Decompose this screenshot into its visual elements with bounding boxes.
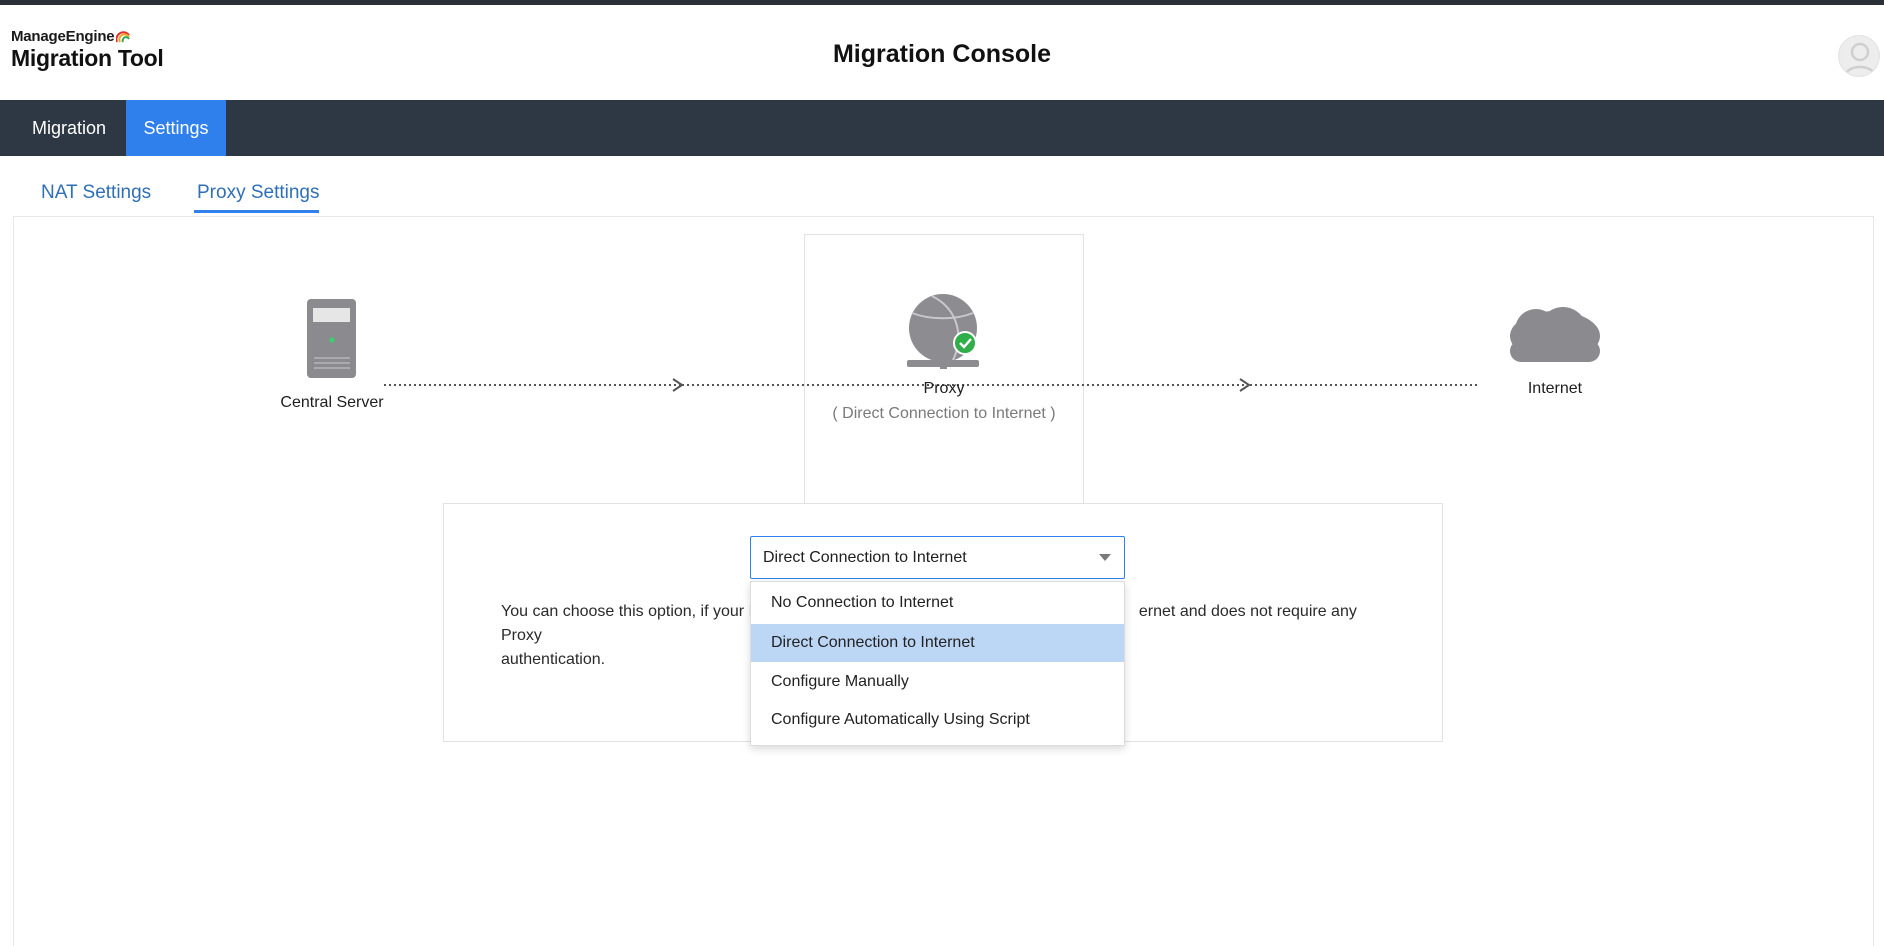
description-line1-left: You can choose this option, if your M [501,603,762,620]
internet-label: Internet [1527,380,1583,397]
proxy-label: Proxy [923,380,965,397]
proxy-mode-label: ( Direct Connection to Internet ) [832,405,1056,422]
cloud-icon [1510,307,1600,362]
central-server-label: Central Server [280,394,384,411]
option-no-connection[interactable]: No Connection to Internet [751,584,1124,622]
option-configure-manually[interactable]: Configure Manually [751,663,1124,701]
network-diagram [307,294,1600,392]
check-circle-icon [953,331,977,355]
description-line2: authentication. [501,651,606,668]
proxy-type-dropdown: No Connection to Internet Direct Connect… [750,581,1125,746]
server-icon [307,299,356,378]
option-direct-connection[interactable]: Direct Connection to Internet [751,624,1124,662]
chevron-down-icon[interactable] [1099,554,1111,561]
proxy-type-select-value: Direct Connection to Internet [763,549,967,566]
arrow-head-proxy-internet-icon [1239,378,1251,392]
proxy-type-select[interactable]: Direct Connection to Internet [750,536,1125,579]
option-configure-automatically[interactable]: Configure Automatically Using Script [751,701,1124,739]
